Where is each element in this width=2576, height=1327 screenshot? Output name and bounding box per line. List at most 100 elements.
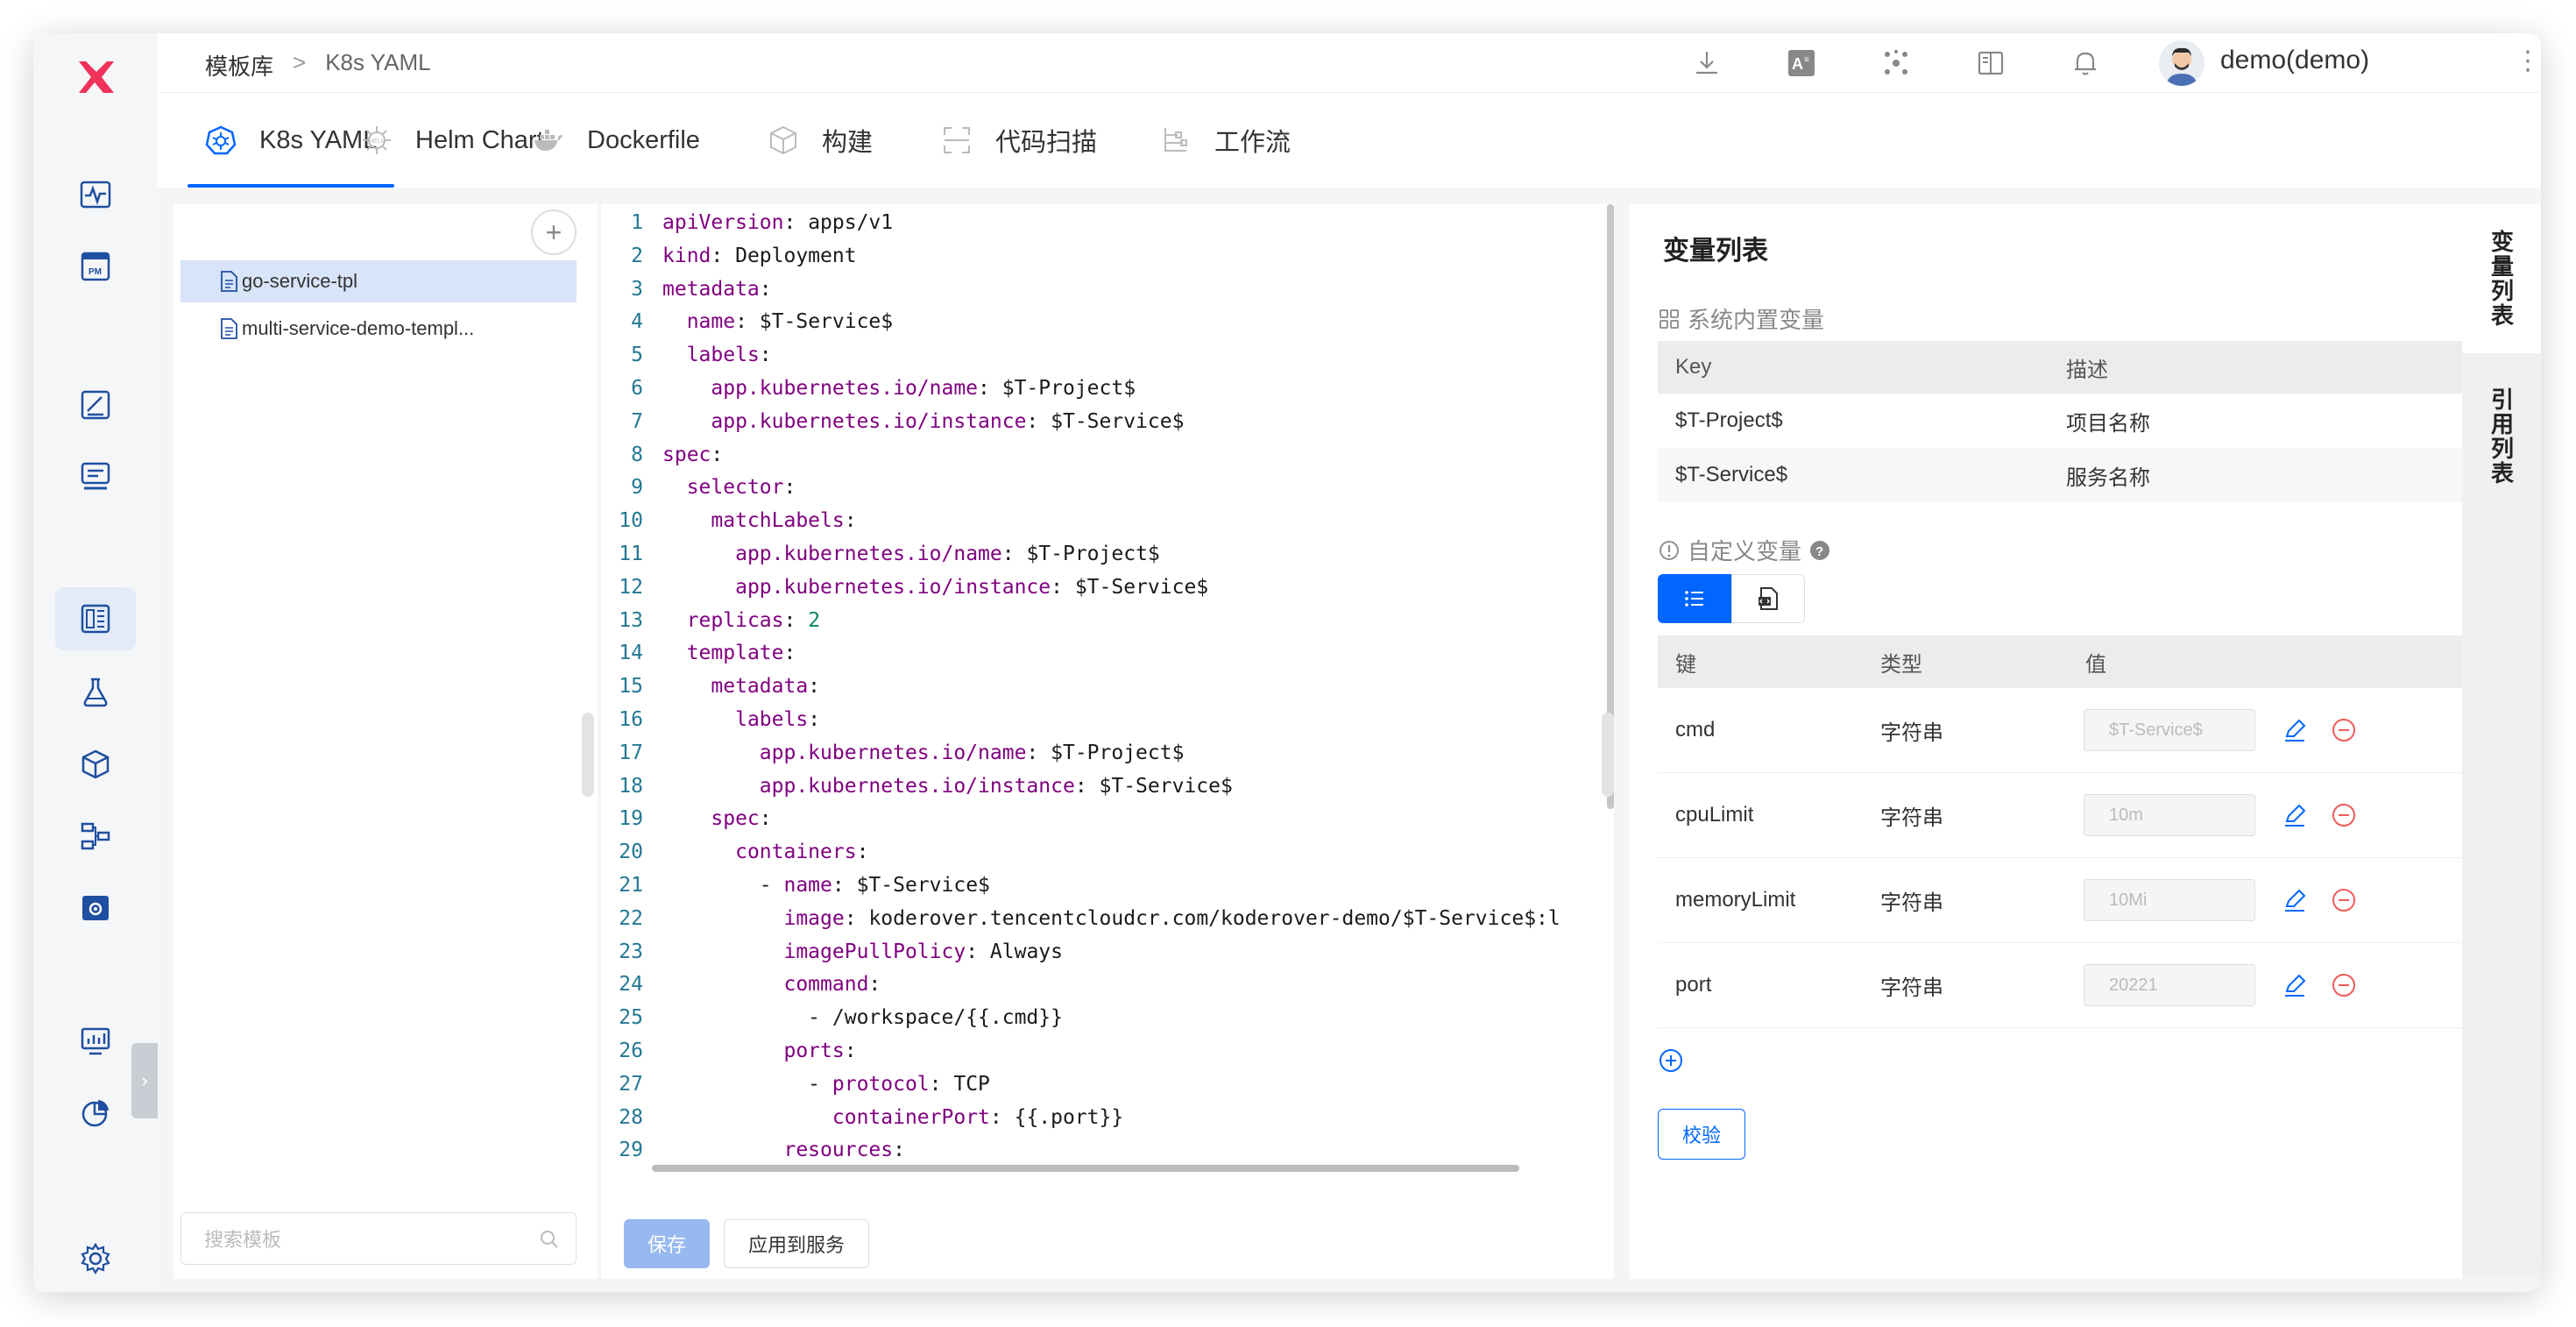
code-key: apiVersion — [662, 211, 784, 234]
line-number: 28 — [619, 1105, 643, 1129]
line-number: 5 — [631, 344, 643, 367]
help-icon[interactable]: ? — [1808, 539, 1831, 562]
tab-code-scan[interactable]: 代码扫描 — [941, 93, 1097, 188]
tab-variable-list[interactable]: 变量列表 — [2462, 204, 2541, 353]
var-value-input[interactable]: 10m — [2084, 794, 2255, 836]
tree-resize-handle[interactable] — [582, 713, 594, 797]
code-value: Deployment — [723, 244, 857, 267]
bell-icon[interactable] — [2068, 46, 2103, 81]
var-value-input[interactable]: 20221 — [2084, 964, 2255, 1006]
dashboard-icon[interactable] — [73, 1018, 118, 1064]
download-icon[interactable] — [1689, 46, 1724, 81]
logo-icon[interactable] — [72, 53, 121, 102]
file-icon — [221, 318, 237, 339]
remove-icon[interactable] — [2331, 887, 2357, 913]
editor-resize-handle[interactable] — [1602, 713, 1614, 797]
validate-button[interactable]: 校验 — [1658, 1109, 1745, 1160]
tab-reference-list[interactable]: 引用列表 — [2462, 371, 2541, 502]
monitor-pulse-icon[interactable] — [73, 172, 118, 217]
template-library-icon[interactable] — [55, 587, 136, 650]
tree-item[interactable]: go-service-tpl — [180, 260, 577, 302]
var-value-input[interactable]: $T-Service$ — [2084, 709, 2255, 751]
breadcrumb-current: K8s YAML — [325, 49, 431, 75]
add-template-button[interactable]: + — [531, 209, 577, 255]
code-line: 8 spec: — [601, 438, 723, 472]
edit-icon[interactable] — [2282, 972, 2308, 998]
avatar[interactable] — [2159, 40, 2204, 86]
book-icon[interactable] — [1973, 46, 2008, 81]
code-colon: : — [929, 1072, 942, 1096]
var-type: 字符串 — [1880, 805, 1943, 830]
var-value-input[interactable]: 10Mi — [2084, 879, 2255, 921]
tab-k8s-yaml[interactable]: K8s YAML — [187, 93, 395, 188]
apply-to-service-button[interactable]: 应用到服务 — [724, 1219, 869, 1268]
tab-helm-chart[interactable]: HELM Helm Chart — [361, 93, 544, 188]
code-colon: : — [1074, 774, 1087, 798]
flask-icon[interactable] — [73, 670, 118, 715]
pie-chart-icon[interactable] — [73, 1090, 118, 1136]
code-colon: : — [808, 708, 821, 731]
code-value: TCP — [941, 1072, 990, 1096]
edit-icon[interactable] — [2282, 887, 2308, 913]
save-button[interactable]: 保存 — [624, 1219, 710, 1268]
pm-icon[interactable]: PM — [73, 244, 118, 289]
variables-title: 变量列表 — [1663, 237, 1768, 266]
code-key: replicas — [686, 608, 784, 632]
code-colon: : — [711, 443, 724, 466]
remove-icon[interactable] — [2331, 717, 2357, 743]
code-view-button[interactable] — [1731, 574, 1805, 623]
yaml-editor[interactable]: 1 apiVersion: apps/v1 2 kind: Deployment 3 me… — [601, 204, 1614, 1279]
search-template-input[interactable]: 搜索模板 — [180, 1212, 577, 1265]
tab-workflow[interactable]: 工作流 — [1160, 93, 1291, 188]
line-number: 7 — [631, 409, 643, 433]
row-divider — [1658, 1027, 2474, 1028]
code-line: 10 matchLabels: — [601, 504, 856, 537]
network-icon[interactable] — [1879, 46, 1914, 81]
line-number: 24 — [619, 973, 643, 997]
code-colon: : — [978, 377, 990, 400]
username[interactable]: demo(demo) — [2220, 46, 2369, 75]
list-view-button[interactable] — [1658, 574, 1731, 623]
code-key: resources — [783, 1139, 894, 1162]
line-number: 1 — [631, 211, 643, 234]
document-code-icon — [1759, 587, 1778, 610]
file-icon — [221, 271, 237, 292]
code-key: app.kubernetes.io/name — [759, 741, 1027, 764]
tree-item[interactable]: multi-service-demo-templ... — [180, 308, 577, 350]
code-value: $T-Service$ — [1062, 575, 1209, 599]
translate-icon[interactable]: A ≡ — [1784, 46, 1819, 81]
remove-icon[interactable] — [2331, 972, 2357, 998]
add-variable-icon[interactable] — [1658, 1047, 1684, 1074]
remove-icon[interactable] — [2331, 802, 2357, 828]
svg-text:HELM: HELM — [369, 138, 386, 145]
edit-icon[interactable] — [2282, 717, 2308, 743]
code-line: 29 resources: — [601, 1133, 905, 1167]
code-colon: : — [844, 906, 857, 930]
breadcrumb-root[interactable]: 模板库 — [205, 49, 273, 82]
var-desc: 服务名称 — [2066, 465, 2150, 490]
deploy-icon[interactable] — [73, 454, 118, 500]
tab-dockerfile[interactable]: Dockerfile — [533, 93, 700, 188]
code-line: 2 kind: Deployment — [601, 239, 857, 273]
package-icon[interactable] — [73, 742, 118, 787]
tab-build[interactable]: 构建 — [768, 93, 873, 188]
gear-icon[interactable] — [73, 1236, 118, 1281]
sidebar-expand-handle[interactable]: › — [131, 1043, 158, 1118]
edit-icon[interactable] — [2282, 802, 2308, 828]
code-key: template — [686, 642, 784, 665]
pipeline-icon[interactable] — [73, 813, 118, 859]
more-menu-icon[interactable]: ⋮ — [2515, 46, 2541, 76]
horizontal-scrollbar[interactable] — [652, 1165, 1519, 1172]
settings-app-icon[interactable] — [73, 885, 118, 931]
custom-table-header: 键 类型 值 — [1658, 635, 2474, 688]
code-colon: : — [1001, 543, 1015, 565]
line-number: 21 — [619, 874, 643, 897]
code-value: $T-Service$ — [844, 874, 990, 897]
code-key: spec — [711, 807, 760, 831]
edit-doc-icon[interactable] — [73, 382, 118, 428]
code-colon: : — [783, 608, 796, 632]
